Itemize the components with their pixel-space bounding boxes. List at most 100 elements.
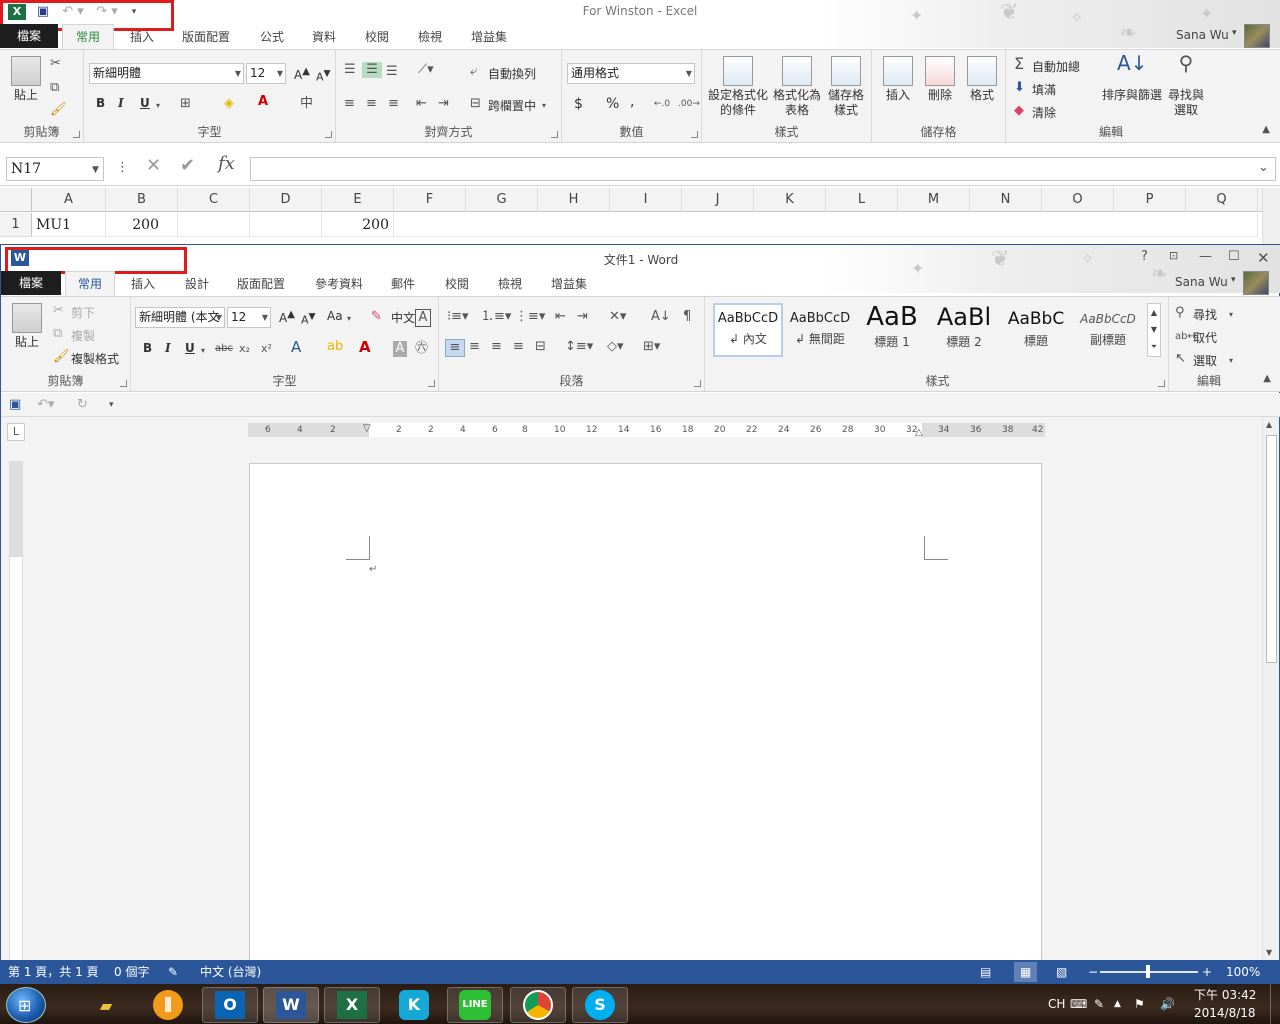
column-header-c[interactable]: C xyxy=(178,188,250,212)
cut-button[interactable]: 剪下 xyxy=(71,304,95,321)
currency-button[interactable]: $ xyxy=(574,96,583,112)
tab-home[interactable]: 常用 xyxy=(65,271,115,297)
find-select-button[interactable]: ⚲ 尋找與選取 xyxy=(1164,53,1208,118)
borders-icon[interactable]: ⊞▾ xyxy=(643,339,660,355)
delete-cells-button[interactable]: 刪除 xyxy=(922,56,958,103)
character-shading-icon[interactable]: A xyxy=(393,341,407,357)
text-effects-icon[interactable]: A xyxy=(291,339,301,355)
user-name[interactable]: Sana Wu xyxy=(1175,275,1228,289)
tab-file[interactable]: 檔案 xyxy=(1,271,61,295)
page-count[interactable]: 第 1 頁，共 1 頁 xyxy=(8,960,99,984)
phonetic-icon[interactable]: 中 xyxy=(300,96,313,112)
first-line-indent-marker[interactable]: ▽ xyxy=(363,423,371,437)
align-left-icon[interactable]: ≡ xyxy=(445,339,465,357)
clear-formatting-icon[interactable]: ✎ xyxy=(371,309,382,325)
column-header-d[interactable]: D xyxy=(250,188,322,212)
phonetic-guide-button[interactable]: 中文 xyxy=(391,309,415,326)
column-header-k[interactable]: K xyxy=(754,188,826,212)
column-header-g[interactable]: G xyxy=(466,188,538,212)
help-icon[interactable]: ? xyxy=(1141,249,1148,264)
kkbox-taskbar-icon[interactable]: K xyxy=(386,987,442,1023)
wrap-text-button[interactable]: 自動換列 xyxy=(488,65,536,82)
number-launcher-icon[interactable] xyxy=(691,131,698,138)
right-indent-marker[interactable]: △ xyxy=(915,425,923,437)
replace-button[interactable]: 取代 xyxy=(1193,329,1217,346)
borders-icon[interactable]: ⊞ xyxy=(180,96,191,112)
word-taskbar-icon[interactable]: W xyxy=(263,987,319,1023)
subscript-icon[interactable]: x₂ xyxy=(239,341,250,357)
column-header-i[interactable]: I xyxy=(610,188,682,212)
tab-page-layout[interactable]: 版面配置 xyxy=(237,275,285,292)
grow-font-icon[interactable]: A▲ xyxy=(279,309,295,325)
comma-button[interactable]: , xyxy=(630,94,634,110)
tab-selector-icon[interactable]: L xyxy=(7,423,25,441)
column-header-a[interactable]: A xyxy=(32,188,106,212)
style-heading-2[interactable]: AaBl 標題 2 xyxy=(929,303,999,357)
minimize-icon[interactable]: — xyxy=(1199,249,1212,264)
increase-decimal-icon[interactable]: ←.0 xyxy=(654,96,670,112)
cell-e1[interactable]: 200 xyxy=(322,213,394,237)
tab-review[interactable]: 校閱 xyxy=(445,275,469,292)
style-subtitle[interactable]: AaBbCcD 副標題 xyxy=(1073,303,1143,357)
tab-data[interactable]: 資料 xyxy=(312,28,336,45)
middle-align-icon[interactable]: ☰ xyxy=(362,62,382,78)
select-dropdown-icon[interactable]: ▾ xyxy=(1229,353,1233,369)
name-box[interactable]: N17 xyxy=(6,157,104,181)
excel-taskbar-icon[interactable]: X xyxy=(324,987,380,1023)
column-header-o[interactable]: O xyxy=(1042,188,1114,212)
style-normal[interactable]: AaBbCcD ↲ 內文 xyxy=(713,303,783,357)
name-box-dropdown-icon[interactable]: ▼ xyxy=(92,162,99,178)
style-title[interactable]: AaBbC 標題 xyxy=(1001,303,1071,357)
show-hidden-icons-icon[interactable]: ▲ xyxy=(1114,984,1121,1024)
paste-button[interactable]: 貼上 xyxy=(8,56,44,103)
column-header-h[interactable]: H xyxy=(538,188,610,212)
font-color-icon[interactable]: A xyxy=(359,339,371,355)
top-align-icon[interactable]: ☰ xyxy=(344,62,356,78)
word-count[interactable]: 0 個字 xyxy=(114,960,149,984)
copy-button[interactable]: 複製 xyxy=(71,327,95,344)
tab-home[interactable]: 常用 xyxy=(62,24,114,50)
styles-launcher-icon[interactable] xyxy=(1158,380,1165,387)
kk-app-icon[interactable]: ⫼ xyxy=(140,987,196,1023)
italic-button[interactable]: I xyxy=(165,341,171,355)
collapse-ribbon-icon[interactable]: ▲ xyxy=(1263,371,1271,387)
merge-dropdown-icon[interactable]: ▾ xyxy=(542,98,546,114)
cell-c1[interactable] xyxy=(178,213,250,237)
maximize-icon[interactable]: ☐ xyxy=(1228,249,1240,264)
sort-icon[interactable]: A↓ xyxy=(651,309,671,325)
clipboard-launcher-icon[interactable] xyxy=(120,380,127,387)
column-header-p[interactable]: P xyxy=(1114,188,1186,212)
expand-formula-bar-icon[interactable]: ⌄ xyxy=(1258,160,1269,176)
read-mode-icon[interactable]: ▤ xyxy=(980,960,991,984)
volume-icon[interactable]: 🔊 xyxy=(1160,984,1175,1024)
start-button[interactable]: ⊞ xyxy=(6,987,46,1023)
italic-button[interactable]: I xyxy=(118,96,124,110)
change-case-button[interactable]: Aa xyxy=(327,309,343,323)
column-header-b[interactable]: B xyxy=(106,188,178,212)
scroll-up-icon[interactable]: ▲ xyxy=(1266,417,1272,433)
user-avatar[interactable] xyxy=(1243,271,1269,295)
find-button[interactable]: 尋找 xyxy=(1193,306,1217,323)
multilevel-list-icon[interactable]: ⋮≡▾ xyxy=(515,309,545,325)
paste-button[interactable]: 貼上 xyxy=(9,303,45,350)
align-right-icon[interactable]: ≡ xyxy=(388,96,399,112)
formula-input[interactable] xyxy=(250,157,1276,181)
tab-addins[interactable]: 增益集 xyxy=(551,275,587,292)
column-header-f[interactable]: F xyxy=(394,188,466,212)
tab-view[interactable]: 檢視 xyxy=(498,275,522,292)
tab-file[interactable]: 檔案 xyxy=(0,24,58,48)
pen-icon[interactable]: ✎ xyxy=(1094,984,1104,1024)
tab-design[interactable]: 設計 xyxy=(185,275,209,292)
cells-f1-q1[interactable] xyxy=(394,213,1258,237)
superscript-icon[interactable]: x² xyxy=(261,341,272,357)
increase-indent-icon[interactable]: ⇥ xyxy=(577,309,588,325)
decrease-decimal-icon[interactable]: .00→ xyxy=(678,96,700,112)
cell-styles-button[interactable]: 儲存格樣式 xyxy=(824,56,868,118)
autosum-button[interactable]: 自動加總 xyxy=(1032,58,1080,75)
line-spacing-icon[interactable]: ↕≡▾ xyxy=(565,339,593,355)
cancel-icon[interactable]: ✕ xyxy=(146,157,161,175)
clipboard-launcher-icon[interactable] xyxy=(73,131,80,138)
font-name-combo[interactable]: 新細明體 (本文 ▼ xyxy=(135,307,225,328)
font-name-combo[interactable]: 新細明體 ▼ xyxy=(89,63,244,84)
select-all-corner[interactable] xyxy=(0,188,32,212)
